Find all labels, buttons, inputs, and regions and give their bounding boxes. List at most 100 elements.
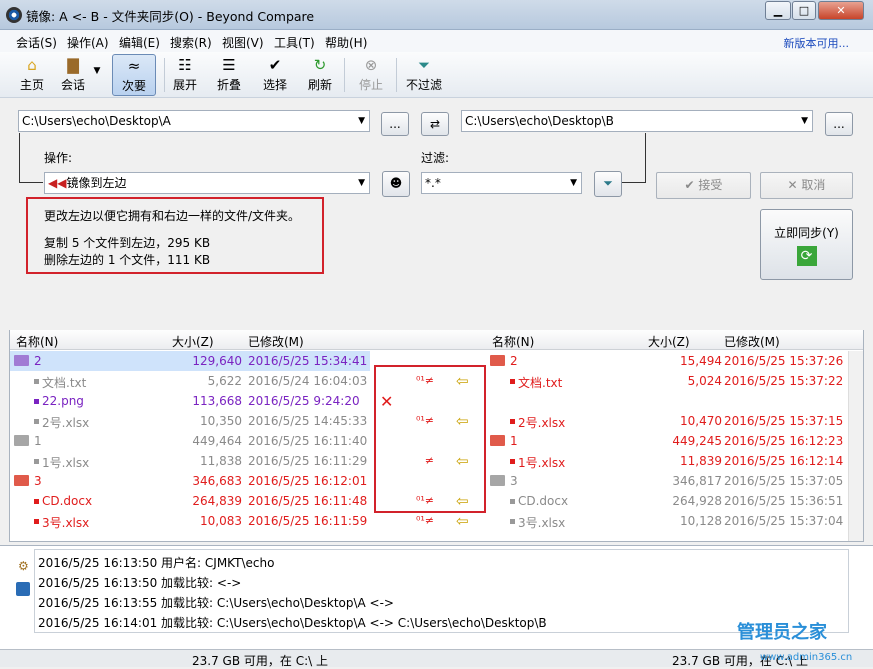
file-icon — [34, 419, 39, 424]
menu-actions[interactable]: 操作(A) — [67, 34, 109, 51]
left-table-row[interactable]: 22.png 113,668 2016/5/25 9:24:20 — [10, 391, 370, 411]
cell-size: 346,817 — [672, 474, 722, 488]
folder-icon — [490, 435, 505, 446]
menu-view[interactable]: 视图(V) — [222, 34, 264, 51]
right-table-row[interactable]: 3 346,817 2016/5/25 15:37:05 — [486, 471, 848, 491]
cell-date: 2016/5/25 16:11:59 — [248, 514, 368, 528]
cell-size: 11,838 — [200, 454, 242, 468]
accept-button[interactable]: ✔ 接受 — [656, 172, 751, 199]
cell-size: 113,668 — [192, 394, 242, 408]
filter-button[interactable]: ⏷ — [594, 171, 622, 197]
swap-icon: ⇄ — [429, 117, 441, 131]
left-browse-button[interactable]: ... — [381, 112, 409, 136]
right-table-row[interactable]: 2号.xlsx 10,470 2016/5/25 15:37:15 — [486, 411, 848, 431]
select-button[interactable]: ✔ 选择 — [260, 54, 290, 96]
minor-toggle-button[interactable]: ≈ 次要 — [112, 54, 156, 96]
menu-search[interactable]: 搜索(R) — [170, 34, 212, 51]
left-table-row[interactable]: 3号.xlsx 10,083 2016/5/25 16:11:59 — [10, 511, 370, 531]
mirror-left-arrows-icon: ◀◀ — [48, 176, 67, 190]
swap-sides-button[interactable]: ⇄ — [421, 112, 449, 136]
maximize-button[interactable]: □ — [792, 1, 816, 20]
left-table-row[interactable]: 文档.txt 5,622 2016/5/24 16:04:03 — [10, 371, 370, 391]
left-col-modified[interactable]: 已修改(M) — [248, 333, 304, 350]
log-line: 2016/5/25 16:13:55 加载比较: C:\Users\echo\D… — [38, 596, 394, 610]
menu-edit[interactable]: 编辑(E) — [119, 34, 160, 51]
file-icon — [34, 399, 39, 404]
right-col-size[interactable]: 大小(Z) — [648, 333, 690, 350]
right-table-row[interactable]: CD.docx 264,928 2016/5/25 15:36:51 — [486, 491, 848, 511]
cell-name: 文档.txt — [518, 376, 563, 390]
approx-icon: ≈ — [127, 57, 141, 75]
cell-size: 10,083 — [200, 514, 242, 528]
left-table-row[interactable]: 2 129,640 2016/5/25 15:34:41 — [10, 351, 370, 371]
refresh-icon: ↻ — [313, 56, 327, 74]
cell-name: 2 — [34, 354, 42, 368]
right-connector-arrow — [620, 133, 646, 183]
collapse-button[interactable]: ☰ 折叠 — [214, 54, 244, 96]
sessions-dropdown-arrow[interactable]: ▼ — [91, 66, 103, 108]
left-table-row[interactable]: 3 346,683 2016/5/25 16:12:01 — [10, 471, 370, 491]
cell-date: 2016/5/25 15:37:26 — [724, 354, 844, 368]
folder-icon — [14, 435, 29, 446]
save-icon[interactable] — [16, 582, 30, 596]
right-table-row[interactable]: 1号.xlsx 11,839 2016/5/25 16:12:14 — [486, 451, 848, 471]
left-path-combo[interactable]: C:\Users\echo\Desktop\A ▼ — [18, 110, 370, 132]
cell-name: 文档.txt — [42, 376, 87, 390]
left-col-name[interactable]: 名称(N) — [16, 333, 58, 350]
operation-combo[interactable]: ◀◀镜像到左边 ▼ — [44, 172, 370, 194]
center-header — [370, 330, 486, 350]
cell-size: 10,350 — [200, 414, 242, 428]
menu-bar: 会话(S) 操作(A) 编辑(E) 搜索(R) 视图(V) 工具(T) 帮助(H… — [0, 30, 873, 52]
vertical-scrollbar[interactable] — [848, 351, 863, 541]
right-path-combo[interactable]: C:\Users\echo\Desktop\B ▼ — [461, 110, 813, 132]
home-button[interactable]: ⌂ 主页 — [14, 54, 50, 96]
left-table-row[interactable]: 1号.xlsx 11,838 2016/5/25 16:11:29 — [10, 451, 370, 471]
right-table-row[interactable]: 文档.txt 5,024 2016/5/25 15:37:22 — [486, 371, 848, 391]
minimize-button[interactable]: ▁ — [765, 1, 791, 20]
new-version-link[interactable]: 新版本可用... — [784, 35, 850, 51]
cancel-button[interactable]: ✕ 取消 — [760, 172, 853, 199]
cell-size: 5,024 — [687, 374, 722, 388]
sync-now-button[interactable]: 立即同步(Y) ⟳ — [760, 209, 853, 280]
left-table-row[interactable]: 2号.xlsx 10,350 2016/5/25 14:45:33 — [10, 411, 370, 431]
cell-size: 11,839 — [680, 454, 722, 468]
folder-icon — [490, 355, 505, 366]
right-browse-button[interactable]: ... — [825, 112, 853, 136]
stop-button[interactable]: ⊗ 停止 — [356, 54, 386, 96]
file-icon — [510, 519, 515, 524]
copy-left-arrow-icon: ⇦ — [456, 512, 469, 530]
folder-icon — [490, 475, 505, 486]
gear-icon[interactable]: ⚙ — [18, 559, 29, 573]
summary-description: 更改左边以便它拥有和右边一样的文件/文件夹。 — [44, 209, 301, 223]
right-table-row[interactable]: 3号.xlsx 10,128 2016/5/25 15:37:04 — [486, 511, 848, 531]
cell-name: CD.docx — [518, 494, 569, 508]
left-table-row[interactable]: 1 449,464 2016/5/25 16:11:40 — [10, 431, 370, 451]
menu-help[interactable]: 帮助(H) — [325, 34, 367, 51]
toolbar: ⌂ 主页 ▇ 会话 ▼ ≈ 次要 ☷ 展开 ☰ 折叠 ✔ 选择 ↻ 刷新 ⊗ 停止 ⏷ 不过滤 — [0, 52, 873, 98]
close-icon: ✕ — [787, 178, 802, 192]
no-filter-button[interactable]: ⏷ 不过滤 — [404, 54, 444, 96]
right-table-row[interactable] — [486, 391, 848, 411]
highlight-box — [374, 365, 486, 513]
right-file-list: 2 15,494 2016/5/25 15:37:26 文档.txt 5,024 2016… — [486, 351, 848, 531]
menu-session[interactable]: 会话(S) — [16, 34, 57, 51]
summary-delete: 删除左边的 1 个文件，111 KB — [44, 253, 211, 267]
filter-combo[interactable]: *.* ▼ — [421, 172, 582, 194]
file-icon — [510, 459, 515, 464]
cell-size: 10,128 — [680, 514, 722, 528]
right-table-row[interactable]: 1 449,245 2016/5/25 16:12:23 — [486, 431, 848, 451]
right-table-row[interactable]: 2 15,494 2016/5/25 15:37:26 — [486, 351, 848, 371]
left-table-row[interactable]: CD.docx 264,839 2016/5/25 16:11:48 — [10, 491, 370, 511]
operation-label: 操作: — [44, 151, 73, 165]
operation-wizard-button[interactable]: ☻ — [382, 171, 410, 197]
left-col-size[interactable]: 大小(Z) — [172, 333, 214, 350]
refresh-button[interactable]: ↻ 刷新 — [305, 54, 335, 96]
menu-tools[interactable]: 工具(T) — [274, 34, 315, 51]
right-col-name[interactable]: 名称(N) — [492, 333, 534, 350]
chevron-down-icon: ▼ — [358, 116, 365, 126]
right-col-modified[interactable]: 已修改(M) — [724, 333, 780, 350]
expand-button[interactable]: ☷ 展开 — [170, 54, 200, 96]
cell-name: 3号.xlsx — [42, 516, 90, 530]
sessions-button[interactable]: ▇ 会话 — [56, 54, 90, 96]
close-button[interactable]: ✕ — [818, 1, 864, 20]
